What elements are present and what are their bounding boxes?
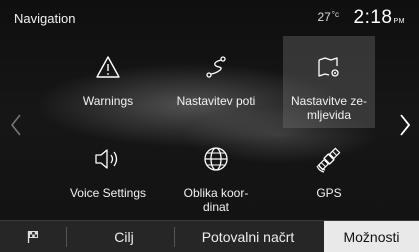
temperature-readout: 27°c <box>317 10 339 24</box>
flag-button[interactable] <box>16 221 50 252</box>
checkered-flag-icon <box>27 231 38 243</box>
satellite-icon <box>315 144 343 174</box>
route-plan-button[interactable]: Potovalni načrt <box>178 221 318 252</box>
chevron-right-icon <box>400 114 410 136</box>
globe-icon <box>202 144 230 174</box>
temperature-unit: °c <box>331 10 339 19</box>
menu-item-label: Warnings <box>82 94 134 108</box>
warning-triangle-icon <box>95 52 121 82</box>
map-settings-icon <box>316 52 342 82</box>
next-page-arrow[interactable] <box>397 105 413 145</box>
clock: 2:18PM <box>354 7 405 29</box>
menu-item-map-settings[interactable]: Nastavitve ze- mljevida <box>283 36 375 128</box>
clock-suffix: PM <box>393 18 405 25</box>
navigation-screen: Navigation 27°c 2:18PM Warnings Nastavit… <box>0 0 419 252</box>
menu-item-coordinate-format[interactable]: Oblika koor- dinat <box>170 128 262 220</box>
menu-item-label: Nastavitev poti <box>176 94 256 108</box>
speaker-icon <box>93 144 123 174</box>
status-bar: Navigation 27°c 2:18PM <box>0 0 419 36</box>
menu-item-gps[interactable]: GPS <box>283 128 375 220</box>
bottom-action-bar: Cilj Potovalni načrt Možnosti <box>0 220 419 252</box>
menu-item-route-settings[interactable]: Nastavitev poti <box>170 36 262 128</box>
menu-item-voice-settings[interactable]: Voice Settings <box>62 128 154 220</box>
divider <box>66 227 67 247</box>
menu-item-warnings[interactable]: Warnings <box>62 36 154 128</box>
page-title: Navigation <box>14 11 76 26</box>
route-icon <box>203 52 229 82</box>
options-button[interactable]: Možnosti <box>324 221 419 252</box>
menu-item-label: Nastavitve ze- mljevida <box>290 94 368 122</box>
menu-item-label: Oblika koor- dinat <box>183 186 249 214</box>
temperature-value: 27 <box>317 10 331 24</box>
previous-page-arrow[interactable] <box>8 105 24 145</box>
menu-item-label: GPS <box>316 186 342 200</box>
destination-button[interactable]: Cilj <box>84 221 164 252</box>
clock-time: 2:18 <box>353 7 393 28</box>
divider <box>174 227 175 247</box>
chevron-left-icon <box>11 114 21 136</box>
menu-item-label: Voice Settings <box>69 186 147 200</box>
